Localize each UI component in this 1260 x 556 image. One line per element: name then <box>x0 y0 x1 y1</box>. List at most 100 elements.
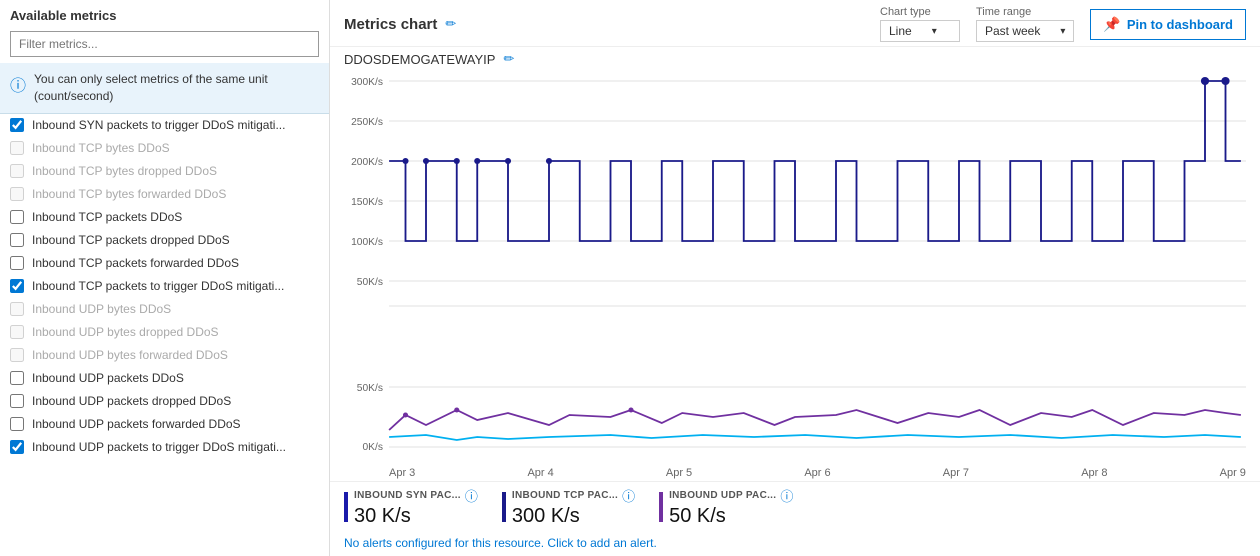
left-panel: Available metrics ⓘ You can only select … <box>0 0 330 556</box>
time-range-value: Past week <box>985 24 1040 38</box>
metric-label: Inbound UDP bytes forwarded DDoS <box>32 348 228 362</box>
metric-checkbox[interactable] <box>10 440 24 454</box>
metric-checkbox[interactable] <box>10 210 24 224</box>
resource-name: DDOSDEMOGATEWAYIP <box>344 52 495 67</box>
legend-item: INBOUND TCP PAC... ⓘ300 K/s <box>502 486 635 528</box>
x-axis-label: Apr 4 <box>527 467 553 479</box>
metric-item[interactable]: Inbound UDP bytes forwarded DDoS <box>0 344 329 367</box>
metric-label: Inbound TCP bytes forwarded DDoS <box>32 187 226 201</box>
chart-header: Metrics chart ✏ Chart type Line ▾ Time r… <box>330 0 1260 47</box>
legend-info-icon[interactable]: ⓘ <box>465 486 478 505</box>
chart-controls: Chart type Line ▾ Time range Past week ▾… <box>880 6 1246 42</box>
metric-item[interactable]: Inbound UDP packets forwarded DDoS <box>0 413 329 436</box>
metric-checkbox[interactable] <box>10 348 24 362</box>
metric-item[interactable]: Inbound TCP packets DDoS <box>0 206 329 229</box>
alert-row[interactable]: No alerts configured for this resource. … <box>330 532 1260 556</box>
svg-text:150K/s: 150K/s <box>351 197 383 208</box>
chart-title: Metrics chart <box>344 16 437 33</box>
metric-item[interactable]: Inbound UDP bytes DDoS <box>0 298 329 321</box>
metric-label: Inbound TCP packets to trigger DDoS miti… <box>32 279 284 293</box>
metric-item[interactable]: Inbound SYN packets to trigger DDoS miti… <box>0 114 329 137</box>
x-axis-label: Apr 7 <box>943 467 969 479</box>
time-range-select[interactable]: Past week ▾ <box>976 20 1074 42</box>
filter-metrics-input[interactable] <box>10 31 319 57</box>
chart-title-edit-icon[interactable]: ✏ <box>445 16 456 32</box>
legend-info-icon[interactable]: ⓘ <box>622 486 635 505</box>
svg-text:200K/s: 200K/s <box>351 157 383 168</box>
chart-type-label: Chart type <box>880 6 960 18</box>
metric-item[interactable]: Inbound TCP bytes forwarded DDoS <box>0 183 329 206</box>
info-icon: ⓘ <box>10 72 26 96</box>
metric-checkbox[interactable] <box>10 164 24 178</box>
metric-label: Inbound UDP bytes dropped DDoS <box>32 325 219 339</box>
legend-info-icon[interactable]: ⓘ <box>780 486 793 505</box>
right-panel: Metrics chart ✏ Chart type Line ▾ Time r… <box>330 0 1260 556</box>
metric-label: Inbound UDP bytes DDoS <box>32 302 171 316</box>
metric-label: Inbound TCP packets forwarded DDoS <box>32 256 239 270</box>
sub-chart-svg: 50K/s 0K/s <box>344 375 1246 465</box>
metric-checkbox[interactable] <box>10 302 24 316</box>
metric-label: Inbound UDP packets dropped DDoS <box>32 394 231 408</box>
alert-link[interactable]: No alerts configured for this resource. … <box>344 536 657 550</box>
metric-label: Inbound TCP packets DDoS <box>32 210 182 224</box>
legend-metric-name: INBOUND UDP PAC... <box>669 490 776 501</box>
x-axis-label: Apr 9 <box>1220 467 1246 479</box>
available-metrics-header: Available metrics <box>0 0 329 27</box>
metric-label: Inbound TCP bytes dropped DDoS <box>32 164 217 178</box>
chart-type-chevron: ▾ <box>932 26 937 37</box>
legend-item: INBOUND SYN PAC...ⓘ30 K/s <box>344 486 478 528</box>
legend-color-bar <box>659 492 663 522</box>
metric-checkbox[interactable] <box>10 279 24 293</box>
legend-metric-name: INBOUND TCP PAC... <box>512 490 618 501</box>
time-range-chevron: ▾ <box>1060 26 1065 37</box>
chart-type-select[interactable]: Line ▾ <box>880 20 960 42</box>
metric-item[interactable]: Inbound TCP bytes DDoS <box>0 137 329 160</box>
metric-checkbox[interactable] <box>10 256 24 270</box>
x-axis-label: Apr 8 <box>1081 467 1107 479</box>
legend-color-bar <box>344 492 348 522</box>
legend-metric-value: 50 K/s <box>669 505 793 528</box>
metric-label: Inbound UDP packets to trigger DDoS miti… <box>32 440 286 454</box>
metric-checkbox[interactable] <box>10 233 24 247</box>
metric-label: Inbound TCP packets dropped DDoS <box>32 233 230 247</box>
legend-color-bar <box>502 492 506 522</box>
resource-edit-icon[interactable]: ✏ <box>503 51 514 67</box>
metric-checkbox[interactable] <box>10 417 24 431</box>
legend-metric-name: INBOUND SYN PAC... <box>354 490 461 501</box>
pin-to-dashboard-button[interactable]: 📌 Pin to dashboard <box>1090 9 1246 40</box>
metric-checkbox[interactable] <box>10 371 24 385</box>
main-chart-svg: 300K/s 250K/s 200K/s 150K/s 100K/s 50K/s <box>344 71 1246 311</box>
svg-text:250K/s: 250K/s <box>351 117 383 128</box>
metric-item[interactable]: Inbound TCP packets forwarded DDoS <box>0 252 329 275</box>
x-axis-label: Apr 3 <box>389 467 415 479</box>
metric-item[interactable]: Inbound UDP packets DDoS <box>0 367 329 390</box>
svg-text:0K/s: 0K/s <box>362 442 382 453</box>
metric-checkbox[interactable] <box>10 187 24 201</box>
metric-checkbox[interactable] <box>10 325 24 339</box>
legend-metric-value: 300 K/s <box>512 505 635 528</box>
x-axis-label: Apr 6 <box>804 467 830 479</box>
time-range-group: Time range Past week ▾ <box>976 6 1074 42</box>
metric-checkbox[interactable] <box>10 394 24 408</box>
metric-item[interactable]: Inbound UDP packets dropped DDoS <box>0 390 329 413</box>
metric-item[interactable]: Inbound TCP packets dropped DDoS <box>0 229 329 252</box>
info-box: ⓘ You can only select metrics of the sam… <box>0 63 329 114</box>
resource-row: DDOSDEMOGATEWAYIP ✏ <box>330 47 1260 71</box>
metric-label: Inbound SYN packets to trigger DDoS miti… <box>32 118 285 132</box>
x-axis: Apr 3Apr 4Apr 5Apr 6Apr 7Apr 8Apr 9 <box>344 465 1246 481</box>
metric-checkbox[interactable] <box>10 141 24 155</box>
pin-icon: 📌 <box>1103 16 1120 33</box>
pin-label: Pin to dashboard <box>1127 17 1233 32</box>
metric-item[interactable]: Inbound UDP packets to trigger DDoS miti… <box>0 436 329 459</box>
sub-chart: 50K/s 0K/s <box>344 375 1246 465</box>
filter-input-container <box>0 27 329 63</box>
svg-text:300K/s: 300K/s <box>351 77 383 88</box>
metric-label: Inbound UDP packets forwarded DDoS <box>32 417 241 431</box>
time-range-label: Time range <box>976 6 1074 18</box>
metric-checkbox[interactable] <box>10 118 24 132</box>
metric-item[interactable]: Inbound TCP packets to trigger DDoS miti… <box>0 275 329 298</box>
legend-item: INBOUND UDP PAC... ⓘ50 K/s <box>659 486 793 528</box>
main-chart: 300K/s 250K/s 200K/s 150K/s 100K/s 50K/s <box>344 71 1246 375</box>
metric-item[interactable]: Inbound UDP bytes dropped DDoS <box>0 321 329 344</box>
metric-item[interactable]: Inbound TCP bytes dropped DDoS <box>0 160 329 183</box>
